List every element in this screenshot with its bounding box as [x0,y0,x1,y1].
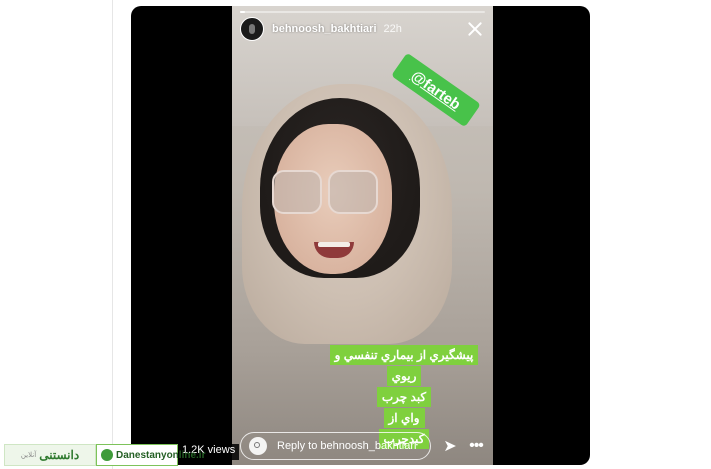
left-divider [112,0,113,469]
more-icon[interactable]: ••• [467,437,485,455]
reply-placeholder: Reply to behnoosh_bakhtiari [277,440,417,452]
watermark-site-text: Danestanyonline.ir [116,449,206,461]
story-time: 22h [383,23,402,35]
watermark-brand: دانستنی [39,448,80,462]
camera-icon[interactable] [249,437,267,455]
avatar[interactable] [240,17,264,41]
send-icon[interactable]: ➤ [441,436,459,456]
caption-line: واي از [383,408,425,428]
globe-icon [101,449,113,461]
reply-bar: Reply to behnoosh_bakhtiari ➤ ••• [240,432,485,460]
sunglasses-left-lens [272,170,322,214]
story-progress-fill [240,11,245,13]
watermark-brand-sub: آنلاین [20,452,37,459]
embedded-video[interactable]: behnoosh_bakhtiari 22h @farteb پيشگيري ا… [131,6,590,465]
story-header: behnoosh_bakhtiari 22h [240,16,485,42]
avatar-figure [249,24,255,34]
watermark-site: Danestanyonline.ir [96,444,205,466]
close-icon[interactable] [465,19,485,39]
caption-line: کبد چرب [376,387,432,407]
caption-line: ريوي [386,366,422,386]
story-username[interactable]: behnoosh_bakhtiari [272,23,377,35]
reply-input[interactable]: Reply to behnoosh_bakhtiari [240,432,431,460]
story-progress-bar [240,11,485,13]
caption-line: پيشگيري از بيماري تنفسي و [329,345,479,365]
teeth [318,242,350,247]
watermark-logo: دانستنی آنلاین [4,444,96,466]
instagram-story: behnoosh_bakhtiari 22h @farteb پيشگيري ا… [232,6,493,465]
sunglasses-right-lens [328,170,378,214]
